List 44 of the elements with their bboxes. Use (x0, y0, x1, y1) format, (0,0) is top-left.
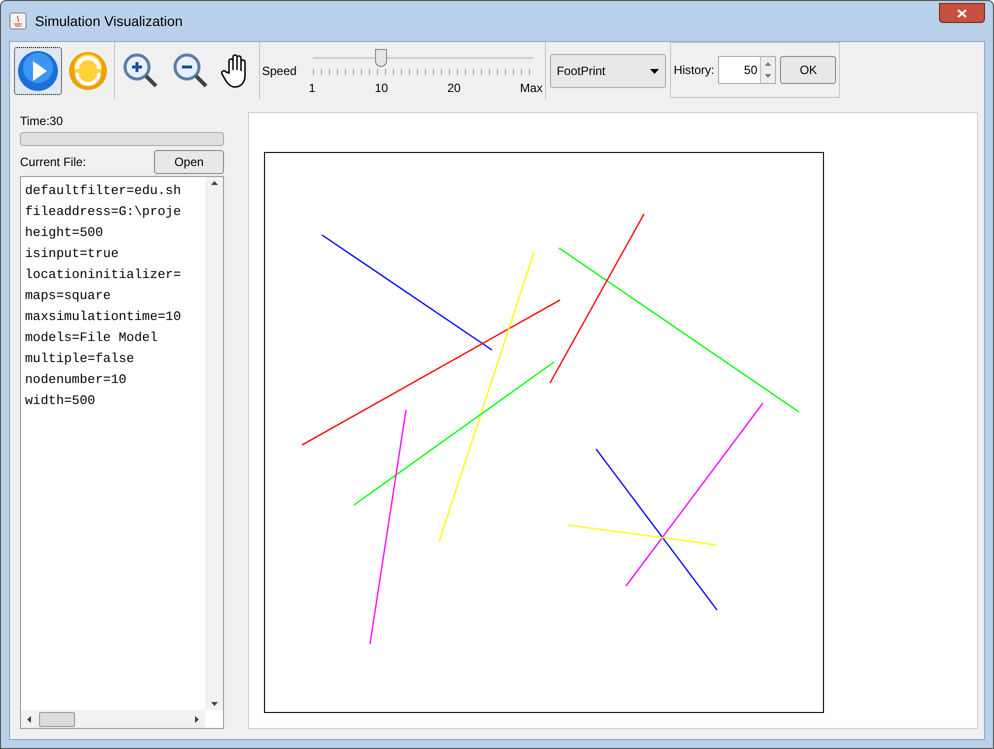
play-button[interactable] (14, 47, 62, 95)
file-line: models=File Model (25, 329, 159, 347)
file-line: fileaddress=G:\proje (25, 203, 182, 221)
tick-label: 10 (374, 80, 388, 97)
file-line: defaultfilter=edu.sh (25, 182, 182, 200)
speed-label: Speed (262, 63, 297, 80)
file-line: maxsimulationtime=10 (25, 308, 182, 326)
ok-button[interactable]: OK (780, 56, 836, 84)
history-spinner[interactable]: 50 (718, 56, 776, 84)
vertical-scrollbar[interactable] (205, 177, 223, 710)
file-line: multiple=false (25, 350, 136, 368)
scroll-right-icon[interactable] (195, 716, 199, 722)
spin-down-icon[interactable] (761, 70, 776, 83)
time-label: Time:30 (20, 113, 64, 130)
scroll-left-icon[interactable] (27, 716, 31, 722)
window-title: Simulation Visualization (35, 12, 183, 30)
tick-label: Max (520, 80, 543, 97)
file-line: locationinitializer= (25, 266, 182, 284)
refresh-icon (68, 51, 108, 91)
mode-dropdown[interactable]: FootPrint (550, 54, 666, 88)
file-line: height=500 (25, 224, 104, 242)
spin-up-icon[interactable] (761, 57, 776, 70)
file-line: nodenumber=10 (25, 371, 128, 389)
scroll-down-icon[interactable] (210, 702, 218, 706)
tick-label: 1 (308, 80, 316, 97)
scroll-up-icon[interactable] (210, 181, 218, 185)
slider-thumb[interactable] (374, 49, 387, 67)
file-text-area[interactable]: defaultfilter=edu.sh fileaddress=G:\proje height=500 isinput=true locationinitializer= maps=square maxsimulationtime=10 models=File Model multiple=false nodenumber=10 width=500 (20, 176, 224, 729)
close-button[interactable] (939, 3, 985, 23)
history-label: History: (674, 62, 714, 79)
app-icon (9, 12, 27, 30)
scroll-thumb[interactable] (39, 712, 75, 726)
file-line: isinput=true (25, 245, 120, 263)
dropdown-arrow-icon (650, 68, 659, 74)
open-button[interactable]: Open (154, 150, 224, 174)
speed-slider[interactable] (312, 49, 533, 67)
current-file-label: Current File: (20, 154, 86, 171)
close-icon (957, 8, 967, 18)
file-line: maps=square (25, 287, 112, 305)
tick-label: 20 (447, 80, 461, 97)
horizontal-scrollbar[interactable] (21, 710, 205, 728)
play-icon (17, 50, 59, 92)
file-line: width=500 (25, 392, 96, 410)
dropdown-value: FootPrint (556, 63, 606, 80)
